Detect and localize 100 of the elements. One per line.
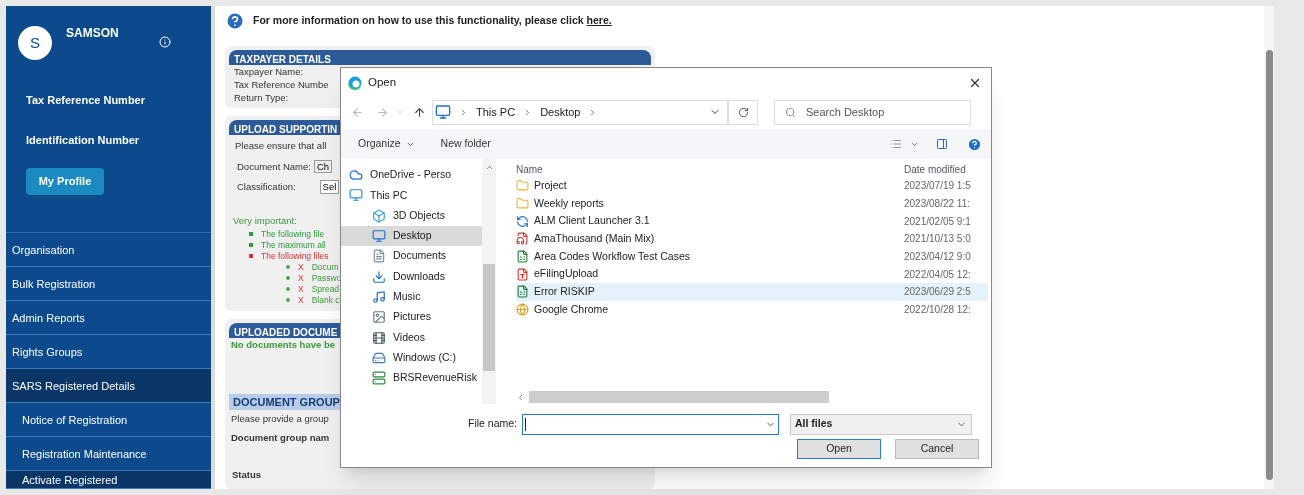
file-row[interactable]: Error RISKIP 2023/06/29 2:5 <box>516 283 988 301</box>
field-label: Document Name: <box>237 159 311 174</box>
file-icon <box>516 214 529 228</box>
nav-icon <box>372 330 386 345</box>
my-profile-button[interactable]: My Profile <box>26 167 104 195</box>
nav-icon <box>372 229 386 244</box>
section-heading: UPLOADED DOCUME <box>234 326 338 338</box>
path-segment[interactable]: Desktop <box>540 103 581 121</box>
empty-message: No documents have be <box>231 337 335 352</box>
classification-select[interactable]: Sel <box>319 180 340 195</box>
horizontal-scrollbar[interactable] <box>529 391 829 403</box>
sidebar-subitem[interactable]: Activate Registered <box>6 471 211 489</box>
help-text: For more information on how to use this functionality, please click <box>253 13 584 29</box>
nav-icon <box>372 249 386 264</box>
nav-item[interactable]: OneDrive - Perso <box>341 165 482 186</box>
file-icon <box>516 197 529 211</box>
page-scrollbar[interactable] <box>1264 6 1274 489</box>
file-row[interactable]: Area Codes Workflow Test Cases 2023/04/12 9:0 <box>516 247 988 266</box>
close-icon[interactable] <box>968 76 982 90</box>
help-icon[interactable] <box>967 136 982 152</box>
note-text: The maximum all <box>261 239 326 252</box>
profile-field: Tax Reference Number <box>6 79 211 120</box>
upload-intro: Please ensure that all <box>235 139 327 154</box>
search-field[interactable]: Search Desktop <box>774 99 971 125</box>
note-text: The following file <box>261 227 325 241</box>
avatar: S <box>18 26 52 60</box>
nav-item[interactable]: Desktop <box>341 225 482 247</box>
column-header[interactable]: Date modified <box>904 162 966 177</box>
scrollbar[interactable] <box>482 159 496 404</box>
file-name-label: File name: <box>468 416 518 432</box>
dialog-title: Open <box>368 75 397 91</box>
nav-icon <box>349 188 363 203</box>
important-title: Very important: <box>233 214 297 229</box>
file-row[interactable]: Project 2023/07/19 1:5 <box>516 177 988 195</box>
note-text: Docum <box>311 261 339 274</box>
field-label: Classification: <box>237 179 296 194</box>
file-row[interactable]: ALM Client Launcher 3.1 2021/02/05 9:1 <box>516 212 988 231</box>
sidebar-item[interactable]: SARS Registered Details <box>6 369 211 403</box>
field-label: Document group nam <box>231 430 330 445</box>
file-type-select[interactable]: All files <box>790 413 973 435</box>
note-text: Spread <box>311 282 340 296</box>
open-button[interactable]: Open <box>797 439 881 459</box>
group-intro: Please provide a group <box>231 412 329 427</box>
nav-item[interactable]: 3D Objects <box>341 205 482 226</box>
column-header[interactable]: Name <box>516 162 904 177</box>
section-heading: TAXPAYER DETAILS <box>234 54 331 66</box>
refresh-icon <box>737 106 749 118</box>
help-link[interactable]: here. <box>586 13 612 30</box>
field-label: Status <box>232 467 262 482</box>
scroll-left-icon[interactable] <box>516 392 525 402</box>
view-options-icon[interactable] <box>890 138 902 150</box>
nav-item[interactable]: Windows (C:) <box>341 347 482 368</box>
file-row[interactable]: AmaThousand (Main Mix) 2021/10/13 5:0 <box>516 230 988 248</box>
up-icon[interactable] <box>413 105 426 119</box>
nav-item[interactable]: Documents <box>341 246 482 267</box>
cross-mark: X <box>298 261 304 274</box>
chevron-icon <box>459 107 468 117</box>
nav-icon <box>372 289 386 304</box>
browser-logo-icon <box>348 76 362 90</box>
nav-icon <box>372 269 386 284</box>
file-icon <box>516 250 529 264</box>
cancel-button[interactable]: Cancel <box>895 439 979 459</box>
organize-menu[interactable]: Organize <box>358 136 415 152</box>
cross-mark: X <box>298 282 304 296</box>
preview-pane-icon[interactable] <box>935 138 949 150</box>
path-segment[interactable]: This PC <box>476 103 516 121</box>
note-text: The following files <box>261 249 329 263</box>
note-text: Blank c <box>311 294 340 307</box>
profile-field: Identification Number <box>6 119 211 160</box>
field-label: Tax Reference Numbe <box>234 78 329 92</box>
section-heading: UPLOAD SUPPORTIN <box>234 124 338 136</box>
user-name: SAMSON <box>66 25 119 42</box>
file-icon <box>516 285 529 299</box>
field-label: Return Type: <box>234 91 289 105</box>
refresh-button[interactable] <box>728 99 758 125</box>
nav-icon <box>372 350 386 365</box>
scroll-up-icon[interactable] <box>484 163 494 172</box>
address-bar[interactable]: This PC Desktop <box>432 99 728 125</box>
file-row[interactable]: Weekly reports 2023/08/22 11: <box>516 194 988 213</box>
nav-item[interactable]: Videos <box>341 327 482 348</box>
note-text: Passwo <box>311 271 342 285</box>
choose-file-button[interactable]: Ch <box>313 160 333 174</box>
help-icon <box>225 11 245 32</box>
nav-item[interactable]: This PC <box>341 185 482 206</box>
nav-item[interactable]: BRSRevenueRisk <box>341 367 482 389</box>
nav-item[interactable]: Pictures <box>341 307 482 328</box>
file-icon <box>516 232 529 246</box>
new-folder-button[interactable]: New folder <box>440 136 491 152</box>
field-label: Taxpayer Name: <box>234 65 304 79</box>
nav-icon <box>372 208 386 223</box>
nav-item[interactable]: Downloads <box>341 266 482 287</box>
forward-icon[interactable] <box>376 105 389 119</box>
back-icon[interactable] <box>351 105 364 119</box>
file-name-field[interactable] <box>522 413 780 435</box>
file-row[interactable]: Google Chrome 2022/10/28 12: <box>516 300 988 319</box>
file-row[interactable]: eFilingUpload 2022/04/05 12: <box>516 265 988 284</box>
file-icon <box>516 303 529 317</box>
info-icon[interactable] <box>158 36 171 48</box>
nav-item[interactable]: Music <box>341 286 482 308</box>
search-input[interactable]: Search Desktop <box>806 103 956 121</box>
